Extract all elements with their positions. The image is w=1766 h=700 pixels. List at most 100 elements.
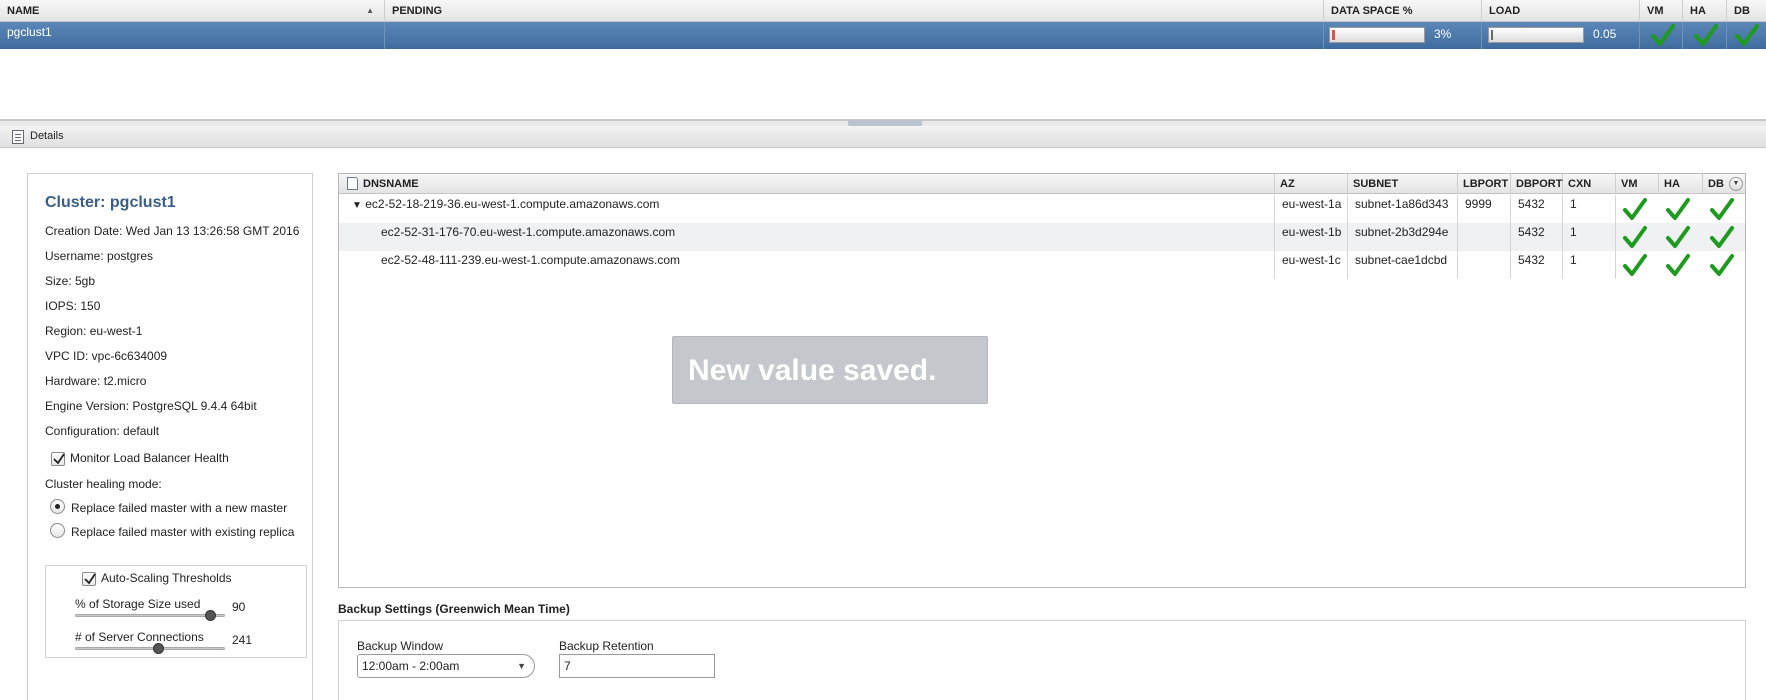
column-header-subnet[interactable]: SUBNET xyxy=(1348,174,1458,194)
db-status-cell xyxy=(1727,22,1766,49)
subnet-cell: subnet-2b3d294e xyxy=(1348,223,1458,251)
table-row[interactable]: ec2-52-31-176-70.eu-west-1.compute.amazo… xyxy=(339,223,1745,251)
column-header-pending[interactable]: PENDING xyxy=(385,0,1324,22)
storage-threshold-value: 90 xyxy=(232,600,246,614)
checkmark-icon xyxy=(84,573,96,585)
load-progress-bar xyxy=(1488,27,1584,43)
document-icon xyxy=(347,177,358,190)
data-space-progress-bar xyxy=(1329,27,1425,43)
data-space-progress-fill xyxy=(1332,30,1335,40)
check-icon xyxy=(1694,24,1718,46)
autoscaling-checkbox[interactable] xyxy=(82,572,96,586)
table-row[interactable]: ec2-52-48-111-239.eu-west-1.compute.amaz… xyxy=(339,251,1745,279)
vm-status-cell xyxy=(1616,195,1659,223)
iops: IOPS: 150 xyxy=(45,299,101,313)
details-doc-icon xyxy=(12,130,24,144)
column-menu-icon[interactable]: ▼ xyxy=(1729,177,1743,191)
storage-threshold-label: % of Storage Size used xyxy=(75,597,201,611)
check-icon xyxy=(1666,254,1690,276)
check-icon xyxy=(1623,254,1647,276)
saved-toast: New value saved. xyxy=(672,336,988,404)
column-header-dnsname-label: DNSNAME xyxy=(363,178,419,190)
column-header-db[interactable]: DB ▼ xyxy=(1703,174,1745,194)
storage-threshold-thumb[interactable] xyxy=(204,610,216,621)
subnet-cell: subnet-cae1dcbd xyxy=(1348,251,1458,279)
monitor-lb-checkbox[interactable] xyxy=(51,452,65,466)
column-header-ha[interactable]: HA xyxy=(1659,174,1703,194)
healing-new-master-radio[interactable] xyxy=(50,499,65,514)
dnsname-cell: ▼ ec2-52-18-219-36.eu-west-1.compute.ama… xyxy=(339,195,1275,223)
data-space-percent: 3% xyxy=(1434,27,1452,41)
cluster-info-panel: Cluster: pgclust1 Creation Date: Wed Jan… xyxy=(27,173,313,700)
connections-threshold-slider[interactable] xyxy=(75,647,225,650)
column-header-dnsname[interactable]: DNSNAME xyxy=(339,174,1275,194)
cluster-title: Cluster: pgclust1 xyxy=(45,194,176,211)
connections-threshold-label: # of Server Connections xyxy=(75,630,204,644)
column-header-db[interactable]: DB xyxy=(1727,0,1766,22)
username: Username: postgres xyxy=(45,249,154,263)
healing-existing-replica-radio[interactable] xyxy=(50,523,65,538)
backup-window-value: 12:00am - 2:00am xyxy=(362,659,460,673)
load-progress-fill xyxy=(1491,30,1493,40)
az-cell: eu-west-1c xyxy=(1275,251,1348,279)
column-header-vm[interactable]: VM xyxy=(1616,174,1659,194)
backup-settings-title: Backup Settings (Greenwich Mean Time) xyxy=(338,602,570,616)
details-tab[interactable]: Details xyxy=(30,130,64,142)
region: Region: eu-west-1 xyxy=(45,324,143,338)
vm-status-cell xyxy=(1640,22,1683,49)
cluster-row-selected[interactable]: pgclust1 3% 0.05 xyxy=(0,22,1766,49)
column-header-load[interactable]: LOAD xyxy=(1482,0,1640,22)
az-cell: eu-west-1b xyxy=(1275,223,1348,251)
check-icon xyxy=(1710,254,1734,276)
monitor-lb-label[interactable]: Monitor Load Balancer Health xyxy=(70,451,229,465)
column-header-dbport[interactable]: DBPORT xyxy=(1511,174,1563,194)
lbport-cell: 9999 xyxy=(1458,195,1511,223)
healing-mode-label: Cluster healing mode: xyxy=(45,477,162,491)
dnsname-cell: ec2-52-48-111-239.eu-west-1.compute.amaz… xyxy=(339,251,1275,279)
autoscaling-label[interactable]: Auto-Scaling Thresholds xyxy=(101,571,232,585)
column-header-lbport[interactable]: LBPORT xyxy=(1458,174,1511,194)
backup-window-label: Backup Window xyxy=(357,639,444,653)
dnsname-text: ec2-52-18-219-36.eu-west-1.compute.amazo… xyxy=(365,197,660,211)
db-status-cell xyxy=(1703,223,1745,251)
dbport-cell: 5432 xyxy=(1511,251,1563,279)
healing-new-master-label[interactable]: Replace failed master with a new master xyxy=(71,501,287,515)
check-icon xyxy=(1666,226,1690,248)
expand-arrow-icon[interactable]: ▼ xyxy=(352,200,362,211)
check-icon xyxy=(1623,226,1647,248)
ha-status-cell xyxy=(1659,251,1703,279)
backup-settings-panel: Backup Window 12:00am - 2:00am ▼ Backup … xyxy=(338,620,1746,700)
backup-retention-label: Backup Retention xyxy=(559,639,654,653)
load-cell: 0.05 xyxy=(1482,22,1640,49)
load-value: 0.05 xyxy=(1593,27,1617,41)
db-status-cell xyxy=(1703,251,1745,279)
vpc-id: VPC ID: vpc-6c634009 xyxy=(45,349,168,363)
backup-retention-input[interactable]: 7 xyxy=(559,654,715,678)
healing-existing-replica-label[interactable]: Replace failed master with existing repl… xyxy=(71,525,294,539)
cxn-cell: 1 xyxy=(1563,223,1616,251)
ha-status-cell xyxy=(1683,22,1727,49)
az-cell: eu-west-1a xyxy=(1275,195,1348,223)
column-header-name[interactable]: NAME ▲ xyxy=(0,0,385,22)
cluster-grid-header: NAME ▲ PENDING DATA SPACE % LOAD VM HA D… xyxy=(0,0,1766,22)
chevron-down-icon: ▼ xyxy=(517,661,526,671)
column-header-ha[interactable]: HA xyxy=(1683,0,1727,22)
column-header-vm[interactable]: VM xyxy=(1640,0,1683,22)
column-header-cxn[interactable]: CXN xyxy=(1563,174,1616,194)
connections-threshold-thumb[interactable] xyxy=(152,643,164,654)
cluster-name-cell: pgclust1 xyxy=(0,22,385,49)
check-icon xyxy=(1710,198,1734,220)
vm-status-cell xyxy=(1616,251,1659,279)
storage-threshold-slider[interactable] xyxy=(75,614,225,617)
column-header-az[interactable]: AZ xyxy=(1275,174,1348,194)
backup-window-select[interactable]: 12:00am - 2:00am ▼ xyxy=(357,654,535,678)
column-header-data-space[interactable]: DATA SPACE % xyxy=(1324,0,1482,22)
column-header-name-label: NAME xyxy=(7,5,40,17)
table-row[interactable]: ▼ ec2-52-18-219-36.eu-west-1.compute.ama… xyxy=(339,195,1745,223)
check-icon xyxy=(1710,226,1734,248)
ha-status-cell xyxy=(1659,195,1703,223)
node-table: DNSNAME AZ SUBNET LBPORT DBPORT CXN VM H… xyxy=(338,173,1746,588)
subnet-cell: subnet-1a86d343 xyxy=(1348,195,1458,223)
pending-cell xyxy=(385,22,1324,49)
check-icon xyxy=(1623,198,1647,220)
